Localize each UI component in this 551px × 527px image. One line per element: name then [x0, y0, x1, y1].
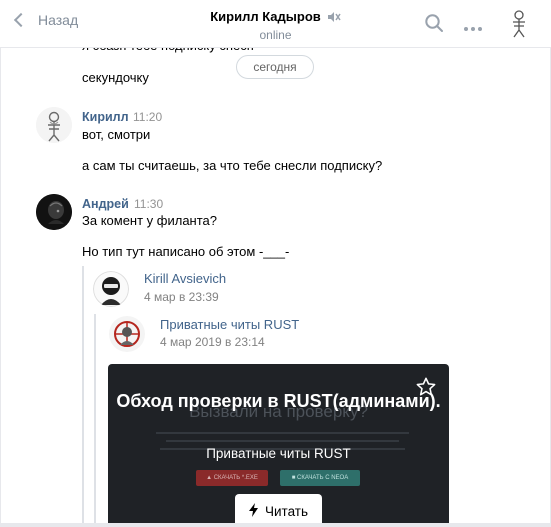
muted-speaker-icon [327, 11, 341, 23]
article-source: Приватные читы RUST [206, 446, 351, 461]
message-time[interactable]: 11:20 [133, 110, 162, 124]
left-border [0, 0, 1, 527]
search-icon[interactable] [424, 13, 444, 36]
bottom-divider [0, 523, 551, 527]
read-label: Читать [265, 503, 308, 519]
group-post-date[interactable]: 4 мар 2019 в 23:14 [160, 335, 265, 349]
avatar-andrey[interactable] [36, 194, 72, 230]
avatar-rust-group[interactable] [108, 315, 146, 353]
contact-avatar[interactable] [505, 8, 533, 38]
more-dots-icon[interactable] [463, 20, 483, 35]
download-exe-button: ▲ СКАЧАТЬ *.EXE [196, 470, 268, 486]
forward-author-name[interactable]: Kirill Avsievich [144, 271, 226, 286]
sender-name[interactable]: Андрей [82, 197, 129, 211]
avatar-kirill-avsievich[interactable] [93, 271, 129, 307]
message-text: а сам ты считаешь, за что тебе снесли по… [82, 158, 383, 173]
article-card[interactable]: Вызвали на проверку? Обход проверки в RU… [108, 364, 449, 527]
star-icon[interactable] [415, 376, 437, 401]
forward-indicator [82, 266, 84, 527]
nested-forward-indicator [94, 314, 96, 527]
message-text: Но тип тут написано об этом -___- [82, 244, 290, 259]
message-feed: я сбазп тебе подписку снесп сегодня секу… [0, 0, 551, 527]
chat-header: Назад Кирилл Кадыров online [0, 0, 551, 48]
sender-name[interactable]: Кирилл [82, 110, 129, 124]
group-name[interactable]: Приватные читы RUST [160, 317, 299, 332]
message-time[interactable]: 11:30 [134, 197, 163, 211]
chat-title: Кирилл Кадыров [210, 9, 321, 24]
lightning-icon [249, 502, 258, 520]
forward-date[interactable]: 4 мар в 23:39 [144, 290, 219, 304]
download-alt-button: ■ СКАЧАТЬ С NEOA [280, 470, 360, 486]
message-text: вот, смотри [82, 127, 151, 142]
date-divider: сегодня [236, 55, 314, 79]
message-text: За комент у филанта? [82, 213, 218, 228]
message-text: секундочку [82, 70, 149, 85]
article-title: Обход проверки в RUST(админами). [116, 391, 441, 411]
avatar-kirill[interactable] [36, 107, 72, 143]
